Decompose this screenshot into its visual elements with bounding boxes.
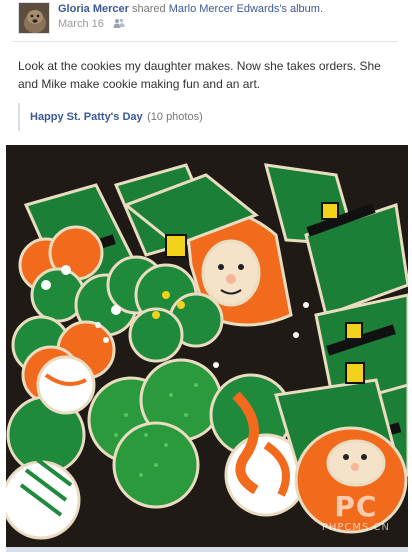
post-header: Gloria Mercer shared Marlo Mercer Edward…: [18, 2, 398, 42]
watermark-text: PHPCMS.CN: [321, 522, 390, 533]
album-photo[interactable]: PC PHPCMS.CN: [6, 145, 408, 547]
album-photo-count: (10 photos): [147, 111, 203, 123]
cookies-image: [6, 145, 408, 547]
post-message: Look at the cookies my daughter makes. N…: [18, 59, 381, 91]
action-text: shared: [131, 3, 166, 15]
friends-icon[interactable]: [113, 18, 125, 28]
post-header-line: Gloria Mercer shared Marlo Mercer Edward…: [58, 2, 323, 16]
avatar[interactable]: [18, 2, 50, 34]
album-owner-link[interactable]: Marlo Mercer Edwards's album.: [169, 3, 323, 15]
watermark-logo: PC: [334, 490, 378, 523]
header-divider: [12, 41, 398, 42]
album-attachment: Happy St. Patty's Day (10 photos): [18, 103, 203, 131]
watermark: PC PHPCMS.CN: [321, 490, 390, 534]
post-date[interactable]: March 16: [58, 18, 104, 30]
album-title-link[interactable]: Happy St. Patty's Day: [30, 111, 143, 123]
photo-bottom-edge: [6, 547, 408, 552]
author-name[interactable]: Gloria Mercer: [58, 3, 129, 15]
post-meta: March 16: [58, 18, 125, 30]
